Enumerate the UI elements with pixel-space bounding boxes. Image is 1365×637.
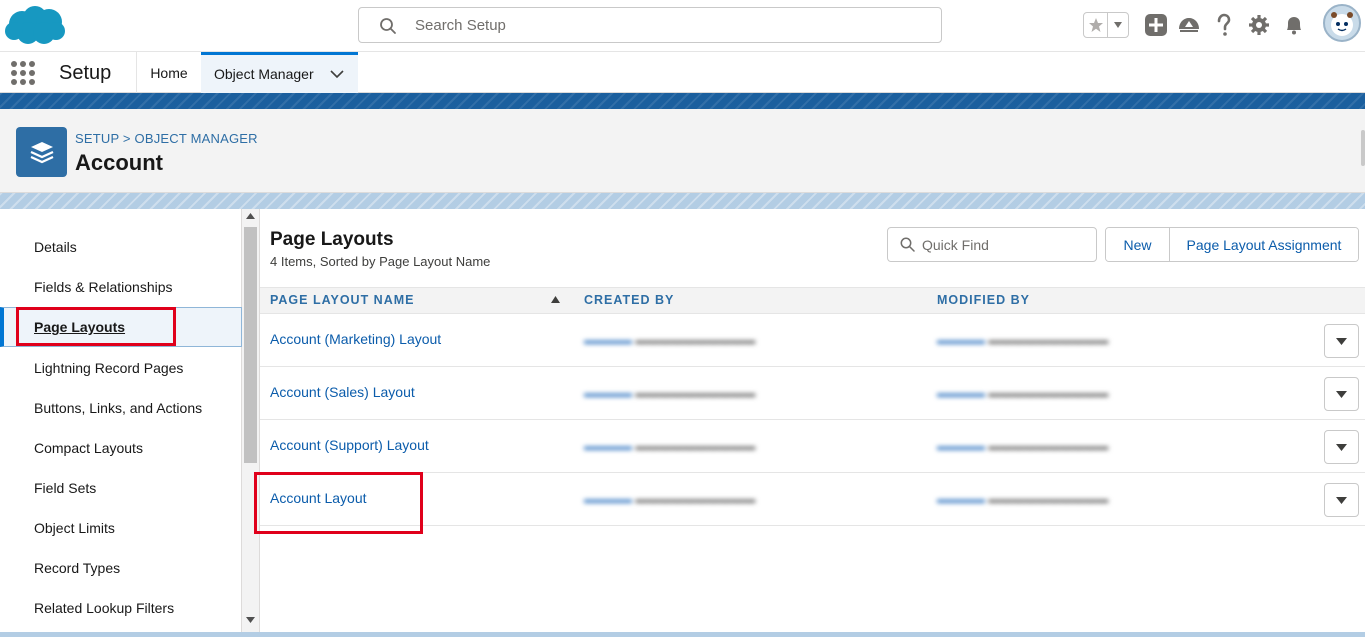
bottom-decorative-band [0, 632, 1365, 637]
sidebar-scrollbar-thumb[interactable] [244, 227, 257, 463]
app-navigation-bar: Setup Home Object Manager [0, 52, 1365, 93]
caret-down-icon [1336, 390, 1347, 398]
chevron-down-icon[interactable] [330, 69, 344, 79]
layout-link[interactable]: Account (Marketing) Layout [270, 331, 441, 347]
header-decorative-band [0, 93, 1365, 109]
caret-down-icon [1336, 496, 1347, 504]
scroll-down-icon[interactable] [246, 617, 255, 623]
page-layouts-panel: Page Layouts 4 Items, Sorted by Page Lay… [260, 209, 1365, 633]
created-by-redacted: ▬▬▬▬ ▬▬▬▬▬▬▬▬▬▬ [584, 439, 756, 453]
search-icon [900, 237, 915, 252]
row-actions-button[interactable] [1324, 377, 1359, 411]
object-manager-icon [16, 127, 67, 177]
sidebar-item-buttons-links-actions[interactable]: Buttons, Links, and Actions [0, 388, 242, 428]
row-actions-button[interactable] [1324, 324, 1359, 358]
tab-home[interactable]: Home [136, 52, 201, 93]
content-decorative-band [0, 193, 1365, 209]
caret-down-icon [1114, 22, 1122, 28]
created-by-redacted: ▬▬▬▬ ▬▬▬▬▬▬▬▬▬▬ [584, 492, 756, 506]
table-row: Account (Sales) Layout ▬▬▬▬ ▬▬▬▬▬▬▬▬▬▬ ▬… [260, 367, 1365, 420]
column-header-modified-by[interactable]: MODIFIED BY [937, 293, 1030, 307]
sidebar-item-fields-relationships[interactable]: Fields & Relationships [0, 267, 242, 307]
sidebar-item-record-types[interactable]: Record Types [0, 548, 242, 588]
app-launcher-button[interactable] [11, 61, 35, 85]
search-input[interactable] [415, 14, 915, 36]
help-button[interactable] [1211, 12, 1237, 38]
bell-icon [1287, 17, 1301, 35]
page-layout-assignment-button[interactable]: Page Layout Assignment [1170, 228, 1358, 261]
astro-avatar-icon [1331, 12, 1353, 36]
sidebar-item-object-limits[interactable]: Object Limits [0, 508, 242, 548]
sidebar-item-field-sets[interactable]: Field Sets [0, 468, 242, 508]
trailhead-guidance-button[interactable] [1176, 12, 1202, 38]
row-actions-button[interactable] [1324, 430, 1359, 464]
table-header: PAGE LAYOUT NAME CREATED BY MODIFIED BY [260, 287, 1365, 314]
column-header-created-by[interactable]: CREATED BY [584, 293, 674, 307]
favorites-group [1083, 12, 1129, 38]
created-by-redacted: ▬▬▬▬ ▬▬▬▬▬▬▬▬▬▬ [584, 386, 756, 400]
salesforce-logo[interactable] [4, 4, 66, 48]
tab-object-manager-label: Object Manager [214, 66, 314, 82]
modified-by-redacted: ▬▬▬▬ ▬▬▬▬▬▬▬▬▬▬ [937, 439, 1109, 453]
new-button[interactable]: New [1106, 228, 1170, 261]
sidebar-scrollbar[interactable] [242, 209, 260, 633]
modified-by-redacted: ▬▬▬▬ ▬▬▬▬▬▬▬▬▬▬ [937, 386, 1109, 400]
list-actions: New Page Layout Assignment [1105, 227, 1359, 262]
global-header [0, 0, 1365, 52]
favorite-button[interactable] [1084, 13, 1108, 37]
object-header: SETUP > OBJECT MANAGER Account [0, 109, 1365, 193]
favorites-dropdown-button[interactable] [1108, 13, 1128, 37]
gear-icon [1249, 15, 1269, 35]
modified-by-redacted: ▬▬▬▬ ▬▬▬▬▬▬▬▬▬▬ [937, 492, 1109, 506]
notifications-button[interactable] [1281, 12, 1307, 38]
created-by-redacted: ▬▬▬▬ ▬▬▬▬▬▬▬▬▬▬ [584, 333, 756, 347]
column-header-page-layout-name[interactable]: PAGE LAYOUT NAME [270, 293, 415, 307]
trailhead-icon [1179, 18, 1199, 32]
page-title: Page Layouts [270, 229, 394, 250]
sidebar-item-details[interactable]: Details [0, 227, 242, 267]
add-icon [1145, 14, 1167, 36]
user-avatar[interactable] [1323, 4, 1361, 42]
sidebar-item-related-lookup-filters[interactable]: Related Lookup Filters [0, 588, 242, 628]
panel-resize-handle[interactable] [1361, 130, 1365, 166]
sort-ascending-icon[interactable] [551, 296, 560, 303]
sidebar-item-compact-layouts[interactable]: Compact Layouts [0, 428, 242, 468]
table-row: Account (Support) Layout ▬▬▬▬ ▬▬▬▬▬▬▬▬▬▬… [260, 420, 1365, 473]
setup-gear-button[interactable] [1246, 12, 1272, 38]
modified-by-redacted: ▬▬▬▬ ▬▬▬▬▬▬▬▬▬▬ [937, 333, 1109, 347]
object-sidebar: Details Fields & Relationships Page Layo… [0, 209, 242, 633]
quick-find[interactable] [887, 227, 1097, 262]
quick-find-input[interactable] [922, 236, 1087, 254]
sidebar-item-lightning-record-pages[interactable]: Lightning Record Pages [0, 348, 242, 388]
global-actions-button[interactable] [1143, 12, 1169, 38]
app-name: Setup [59, 62, 112, 84]
layers-icon [30, 142, 53, 164]
scroll-up-icon[interactable] [246, 213, 255, 219]
help-icon [1217, 13, 1231, 36]
table-row: Account Layout ▬▬▬▬ ▬▬▬▬▬▬▬▬▬▬ ▬▬▬▬ ▬▬▬▬… [260, 473, 1365, 526]
tab-object-manager[interactable]: Object Manager [201, 52, 358, 93]
caret-down-icon [1336, 443, 1347, 451]
layout-link[interactable]: Account (Support) Layout [270, 437, 429, 453]
layout-link[interactable]: Account (Sales) Layout [270, 384, 415, 400]
layout-link[interactable]: Account Layout [270, 490, 367, 506]
breadcrumb[interactable]: SETUP > OBJECT MANAGER [75, 131, 258, 146]
table-row: Account (Marketing) Layout ▬▬▬▬ ▬▬▬▬▬▬▬▬… [260, 314, 1365, 367]
object-title: Account [75, 150, 163, 175]
star-icon [1088, 18, 1103, 32]
setup-search[interactable] [358, 7, 942, 43]
row-actions-button[interactable] [1324, 483, 1359, 517]
search-icon [380, 18, 396, 34]
item-count-text: 4 Items, Sorted by Page Layout Name [270, 254, 491, 269]
caret-down-icon [1336, 337, 1347, 345]
sidebar-item-page-layouts[interactable]: Page Layouts [0, 307, 242, 347]
